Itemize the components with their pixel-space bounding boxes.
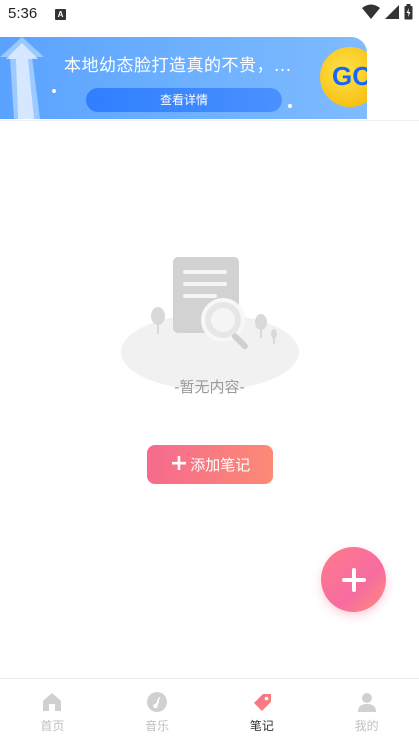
add-note-button[interactable]: + 添加笔记 [147,445,273,484]
wifi-icon [362,4,380,19]
ad-detail-button[interactable]: 查看详情 [86,88,282,112]
notification-icon: A [55,9,66,20]
plus-icon: + [169,450,189,476]
floating-add-button[interactable] [321,547,386,612]
ad-title: 本地幼态脸打造真的不贵，... [64,56,292,76]
nav-item-home[interactable]: 首页 [0,679,105,746]
battery-icon [404,4,413,20]
empty-document-icon [121,257,299,390]
ad-dot [288,104,292,108]
music-icon [147,692,168,712]
status-time: 5:36 [8,5,38,22]
bottom-navigation: 首页 音乐 笔记 我的 [0,678,419,746]
profile-icon [357,693,376,712]
ad-dot [52,89,56,93]
plus-icon [341,567,366,592]
nav-item-profile[interactable]: 我的 [314,679,419,746]
home-icon [43,693,62,711]
note-icon [253,694,271,711]
status-icons [362,4,413,20]
divider [0,120,419,121]
add-note-label: 添加笔记 [190,456,251,474]
nav-label-note: 笔记 [249,719,274,733]
status-bar: 5:36 A [0,0,419,30]
nav-label-music: 音乐 [145,719,170,733]
nav-item-music[interactable]: 音乐 [105,679,210,746]
signal-icon [385,5,399,19]
arrow-graphic-icon [0,37,44,119]
ad-banner[interactable]: 本地幼态脸打造真的不贵，... 查看详情 GO [0,37,367,119]
nav-label-home: 首页 [40,719,65,733]
empty-state-text: -暂无内容- [174,378,245,396]
nav-item-note[interactable]: 笔记 [210,679,315,746]
go-badge-text: GO [332,61,367,91]
nav-label-profile: 我的 [354,719,379,733]
